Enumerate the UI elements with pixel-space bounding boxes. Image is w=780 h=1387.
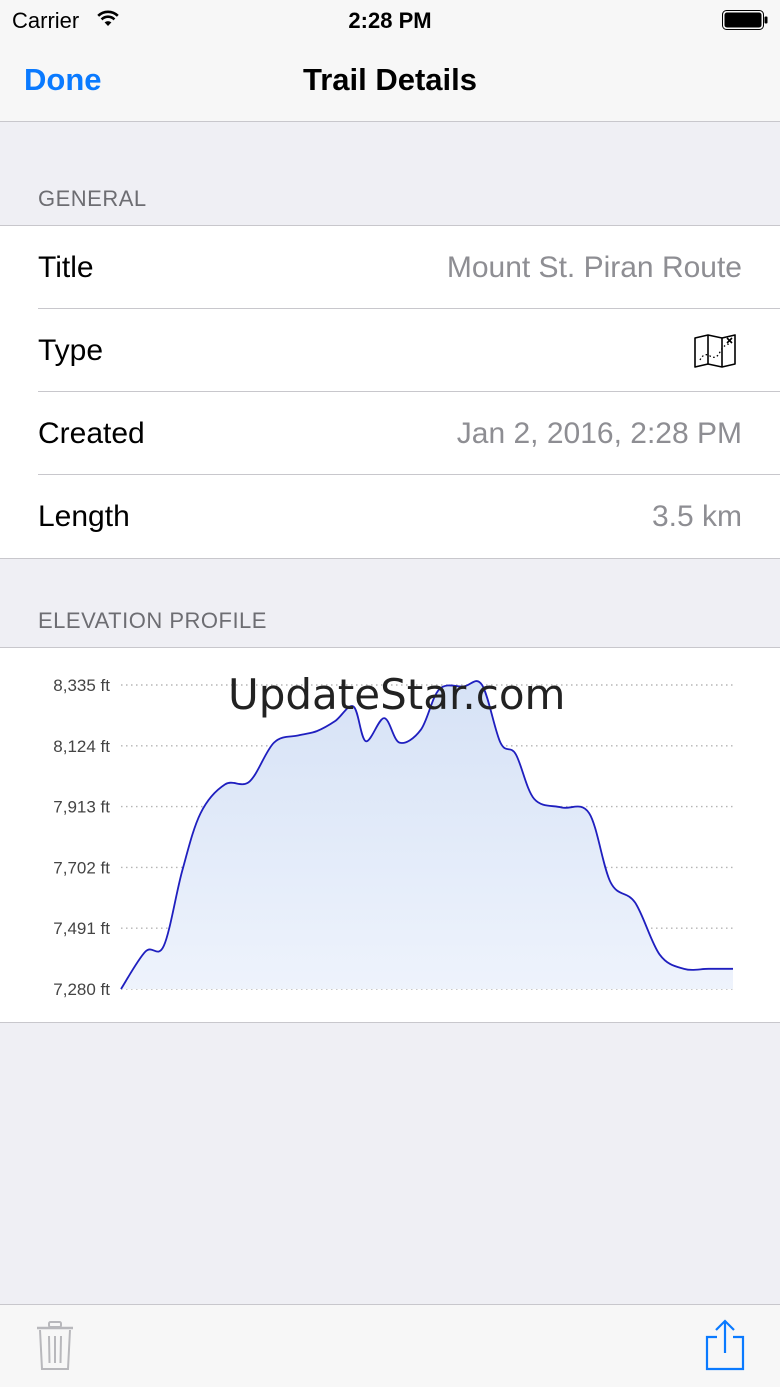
created-row[interactable]: Created Jan 2, 2016, 2:28 PM <box>0 392 780 475</box>
bottom-toolbar <box>0 1304 780 1387</box>
type-label: Type <box>38 333 104 367</box>
y-tick-label: 7,702 ft <box>53 858 110 877</box>
title-value: Mount St. Piran Route <box>446 250 742 284</box>
status-time: 2:28 PM <box>348 8 432 33</box>
created-label: Created <box>38 416 145 450</box>
share-button[interactable] <box>705 1319 745 1374</box>
page-title: Trail Details <box>302 62 478 97</box>
status-bar: Carrier 2:28 PM <box>0 0 780 40</box>
y-tick-label: 7,913 ft <box>53 798 110 817</box>
battery-icon <box>722 10 768 30</box>
length-row[interactable]: Length 3.5 km <box>0 475 780 558</box>
title-label: Title <box>38 250 94 284</box>
length-value: 3.5 km <box>651 499 742 533</box>
title-row[interactable]: Title Mount St. Piran Route <box>0 226 780 309</box>
general-group: Title Mount St. Piran Route Type Created… <box>0 225 780 559</box>
elevation-area <box>121 681 733 989</box>
y-tick-label: 8,124 ft <box>53 737 110 756</box>
elevation-chart: 8,335 ft 8,124 ft 7,913 ft 7,702 ft 7,491 ft… <box>53 676 733 999</box>
elevation-section-header: ELEVATION PROFILE <box>38 608 267 633</box>
share-icon <box>705 1319 745 1371</box>
trash-icon <box>37 1321 73 1370</box>
y-tick-label: 7,280 ft <box>53 980 110 999</box>
length-label: Length <box>38 499 130 533</box>
y-tick-label: 8,335 ft <box>53 676 110 695</box>
map-icon <box>694 333 736 368</box>
delete-button[interactable] <box>36 1321 74 1374</box>
created-value: Jan 2, 2016, 2:28 PM <box>456 416 742 450</box>
general-section-header: GENERAL <box>38 186 147 211</box>
navigation-bar: Done Trail Details <box>0 40 780 122</box>
y-tick-label: 7,491 ft <box>53 919 110 938</box>
elevation-chart-container: 8,335 ft 8,124 ft 7,913 ft 7,702 ft 7,491 ft… <box>0 647 780 1023</box>
type-row[interactable]: Type <box>0 309 780 392</box>
